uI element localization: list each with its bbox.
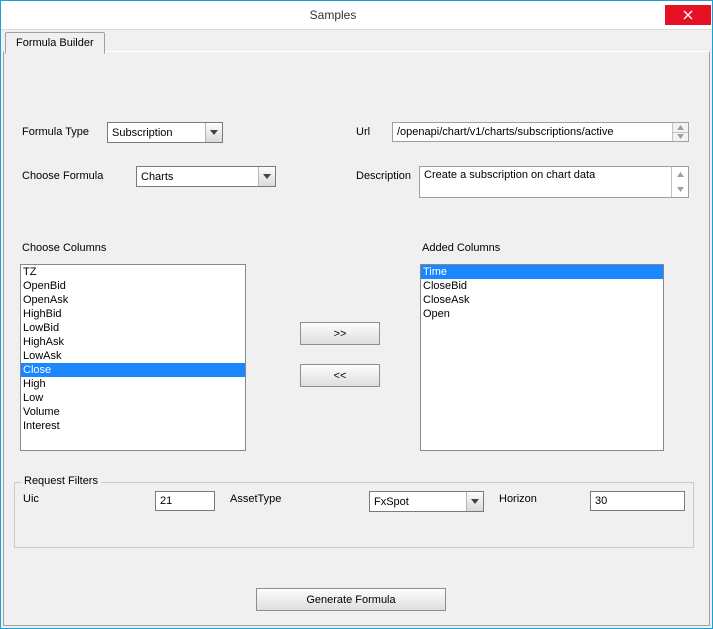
url-input[interactable]: /openapi/chart/v1/charts/subscriptions/a…	[392, 122, 689, 142]
chevron-down-icon	[205, 123, 222, 142]
uic-input[interactable]	[155, 491, 215, 511]
tab-strip: Formula Builder	[1, 30, 712, 50]
label-choose-formula: Choose Formula	[22, 170, 103, 182]
description-value: Create a subscription on chart data	[420, 167, 671, 197]
titlebar: Samples	[1, 1, 712, 30]
list-item[interactable]: HighBid	[21, 307, 245, 321]
chevron-up-icon	[672, 123, 688, 132]
url-value: /openapi/chart/v1/charts/subscriptions/a…	[393, 123, 672, 141]
description-spinner[interactable]	[671, 167, 688, 197]
request-filters-legend: Request Filters	[21, 475, 101, 487]
asset-type-value: FxSpot	[370, 496, 466, 508]
chevron-down-icon	[672, 132, 688, 142]
label-choose-columns: Choose Columns	[22, 242, 106, 254]
formula-type-value: Subscription	[108, 127, 205, 139]
tab-formula-builder[interactable]: Formula Builder	[5, 32, 105, 54]
list-item[interactable]: High	[21, 377, 245, 391]
move-right-button[interactable]: >>	[300, 322, 380, 345]
list-item[interactable]: OpenBid	[21, 279, 245, 293]
chevron-down-icon	[258, 167, 275, 186]
label-asset-type: AssetType	[230, 493, 281, 505]
close-icon	[683, 10, 693, 20]
label-horizon: Horizon	[499, 493, 537, 505]
list-item[interactable]: Time	[421, 265, 663, 279]
choose-columns-listbox[interactable]: TZOpenBidOpenAskHighBidLowBidHighAskLowA…	[20, 264, 246, 451]
list-item[interactable]: Open	[421, 307, 663, 321]
list-item[interactable]: OpenAsk	[21, 293, 245, 307]
choose-formula-combo[interactable]: Charts	[136, 166, 276, 187]
request-filters-fieldset: Request Filters Uic AssetType FxSpot Hor…	[14, 482, 694, 548]
horizon-input[interactable]	[590, 491, 685, 511]
label-added-columns: Added Columns	[422, 242, 500, 254]
url-spinner[interactable]	[672, 123, 688, 141]
formula-type-combo[interactable]: Subscription	[107, 122, 223, 143]
list-item[interactable]: CloseAsk	[421, 293, 663, 307]
window-title: Samples	[1, 8, 665, 22]
list-item[interactable]: Close	[21, 363, 245, 377]
choose-formula-value: Charts	[137, 171, 258, 183]
close-button[interactable]	[665, 5, 711, 25]
chevron-down-icon	[672, 182, 688, 197]
list-item[interactable]: LowAsk	[21, 349, 245, 363]
client-area: Formula Builder Formula Type Subscriptio…	[1, 30, 712, 628]
label-formula-type: Formula Type	[22, 126, 89, 138]
label-uic: Uic	[23, 493, 39, 505]
label-description: Description	[356, 170, 411, 182]
list-item[interactable]: TZ	[21, 265, 245, 279]
move-left-button[interactable]: <<	[300, 364, 380, 387]
tab-panel: Formula Type Subscription Url /openapi/c…	[3, 51, 710, 626]
list-item[interactable]: Interest	[21, 419, 245, 433]
added-columns-listbox[interactable]: TimeCloseBidCloseAskOpen	[420, 264, 664, 451]
list-item[interactable]: LowBid	[21, 321, 245, 335]
samples-window: Samples Formula Builder Formula Type Sub…	[0, 0, 713, 629]
description-input[interactable]: Create a subscription on chart data	[419, 166, 689, 198]
chevron-down-icon	[466, 492, 483, 511]
list-item[interactable]: Volume	[21, 405, 245, 419]
label-url: Url	[356, 126, 370, 138]
list-item[interactable]: HighAsk	[21, 335, 245, 349]
generate-formula-button[interactable]: Generate Formula	[256, 588, 446, 611]
list-item[interactable]: CloseBid	[421, 279, 663, 293]
asset-type-combo[interactable]: FxSpot	[369, 491, 484, 512]
chevron-up-icon	[672, 167, 688, 182]
list-item[interactable]: Low	[21, 391, 245, 405]
